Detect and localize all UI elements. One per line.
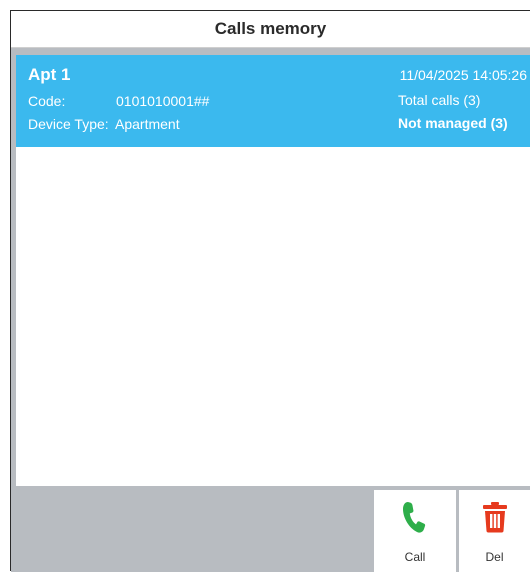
device-type-value: Apartment <box>115 116 180 132</box>
delete-button[interactable]: Del <box>459 490 530 572</box>
calls-list[interactable]: Apt 1 Code: 0101010001## Device Type: Ap… <box>16 55 530 486</box>
phone-icon <box>402 498 428 536</box>
call-entry-apt-1[interactable]: Apt 1 Code: 0101010001## Device Type: Ap… <box>16 55 530 147</box>
call-button-label: Call <box>404 550 426 564</box>
delete-button-label: Del <box>485 550 504 564</box>
code-value: 0101010001## <box>116 93 210 109</box>
header-divider <box>11 48 530 55</box>
call-datetime: 11/04/2025 14:05:26 <box>399 67 527 83</box>
call-button[interactable]: Call <box>374 490 456 572</box>
calls-memory-window: Calls memory Apt 1 Code: 0101010001## De… <box>10 10 530 572</box>
code-label: Code: <box>28 93 66 109</box>
managed-status: Not managed (3) <box>398 115 508 131</box>
page-title: Calls memory <box>11 11 530 48</box>
total-calls: Total calls (3) <box>398 92 481 108</box>
device-type-label: Device Type: <box>28 116 109 132</box>
entry-name: Apt 1 <box>28 65 71 84</box>
action-bar: Call Del <box>11 486 530 572</box>
trash-icon <box>482 498 508 536</box>
